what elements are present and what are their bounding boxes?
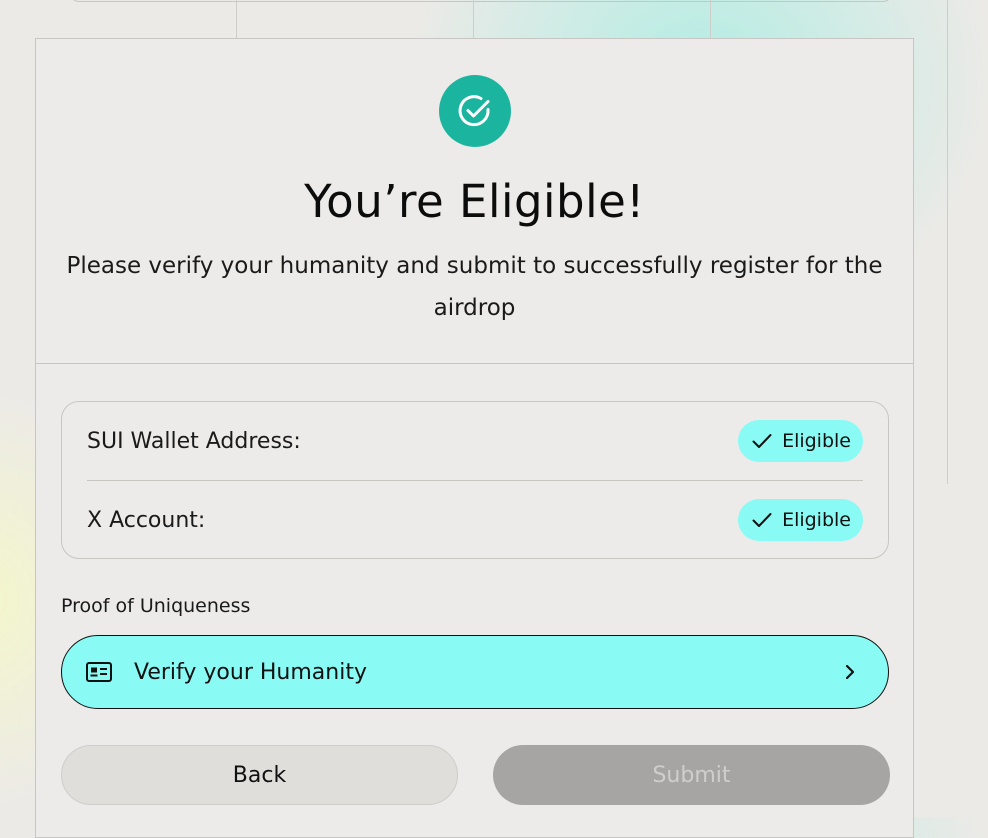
verify-humanity-button[interactable]: Verify your Humanity — [61, 635, 889, 709]
submit-button[interactable]: Submit — [493, 745, 890, 805]
check-icon — [752, 434, 772, 448]
status-badge: Eligible — [738, 420, 863, 462]
eligibility-row-wallet: SUI Wallet Address: Eligible — [87, 402, 863, 481]
page-subtitle: Please verify your humanity and submit t… — [66, 253, 883, 321]
x-account-label: X Account: — [87, 507, 206, 533]
check-circle-icon — [439, 75, 511, 147]
eligibility-card: You’re Eligible! Please verify your huma… — [35, 38, 914, 838]
status-badge-label: Eligible — [782, 430, 851, 452]
status-badge-label: Eligible — [782, 509, 851, 531]
page-title: You’re Eligible! — [304, 175, 645, 228]
eligibility-row-x-account: X Account: Eligible — [87, 481, 863, 559]
grid-column — [237, 0, 474, 38]
id-card-icon — [86, 661, 112, 683]
grid-column — [711, 0, 948, 38]
status-badge: Eligible — [738, 499, 863, 541]
grid-column — [0, 0, 237, 38]
eligibility-list: SUI Wallet Address: Eligible X Account: … — [61, 401, 889, 559]
card-header: You’re Eligible! Please verify your huma… — [36, 39, 913, 364]
grid-rule — [947, 0, 948, 484]
grid-column — [474, 0, 711, 38]
verify-humanity-label: Verify your Humanity — [134, 659, 367, 685]
wallet-address-label: SUI Wallet Address: — [87, 428, 301, 454]
chevron-right-icon — [844, 663, 858, 681]
back-button[interactable]: Back — [61, 745, 458, 805]
background-grid — [0, 0, 948, 38]
check-icon — [752, 513, 772, 527]
proof-of-uniqueness-label: Proof of Uniqueness — [61, 595, 251, 617]
